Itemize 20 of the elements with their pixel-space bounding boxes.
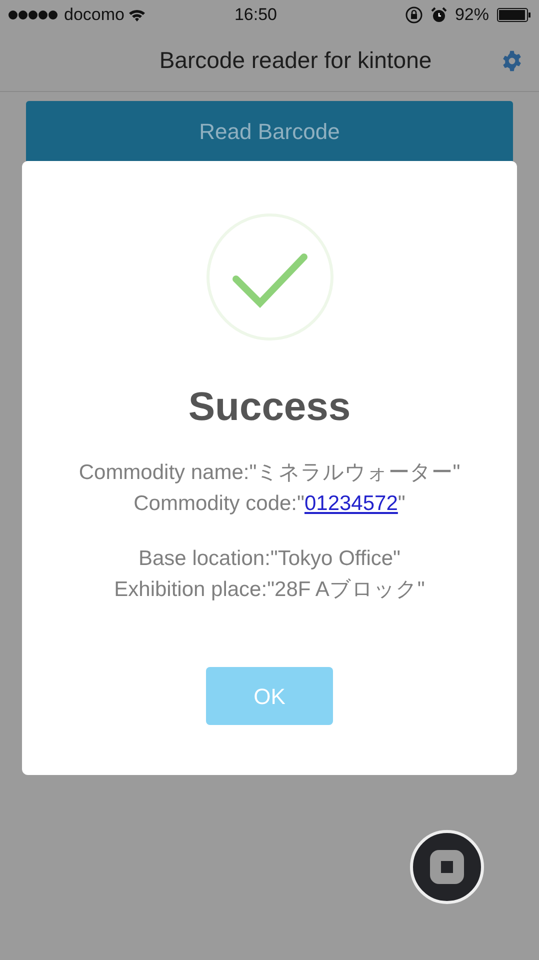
- app-title: Barcode reader for kintone: [159, 46, 432, 76]
- settings-icon[interactable]: [501, 50, 523, 72]
- wifi-icon: [128, 8, 146, 22]
- alarm-icon: [430, 7, 447, 23]
- carrier-name: docomo: [64, 4, 124, 26]
- ok-button[interactable]: OK: [206, 667, 333, 725]
- rotation-lock-icon: [404, 6, 423, 24]
- code-link[interactable]: 01234572: [304, 492, 398, 515]
- detail-line: Commodity code:"01234572": [134, 491, 406, 517]
- checkmark-icon: [206, 213, 334, 341]
- read-barcode-button[interactable]: Read Barcode: [26, 101, 513, 161]
- signal-icon: [8, 10, 60, 20]
- detail-line: Base location:"Tokyo Office": [138, 546, 400, 572]
- battery-icon: [497, 8, 531, 22]
- clock-time: 16:50: [234, 4, 277, 26]
- battery-percent: 92%: [454, 4, 489, 26]
- detail-line: Commodity name:"ミネラルウォーター": [78, 460, 460, 486]
- dialog-title: Success: [188, 384, 351, 431]
- detail-line: Exhibition place:"28F Aブロック": [114, 577, 425, 603]
- square-icon: [430, 850, 464, 884]
